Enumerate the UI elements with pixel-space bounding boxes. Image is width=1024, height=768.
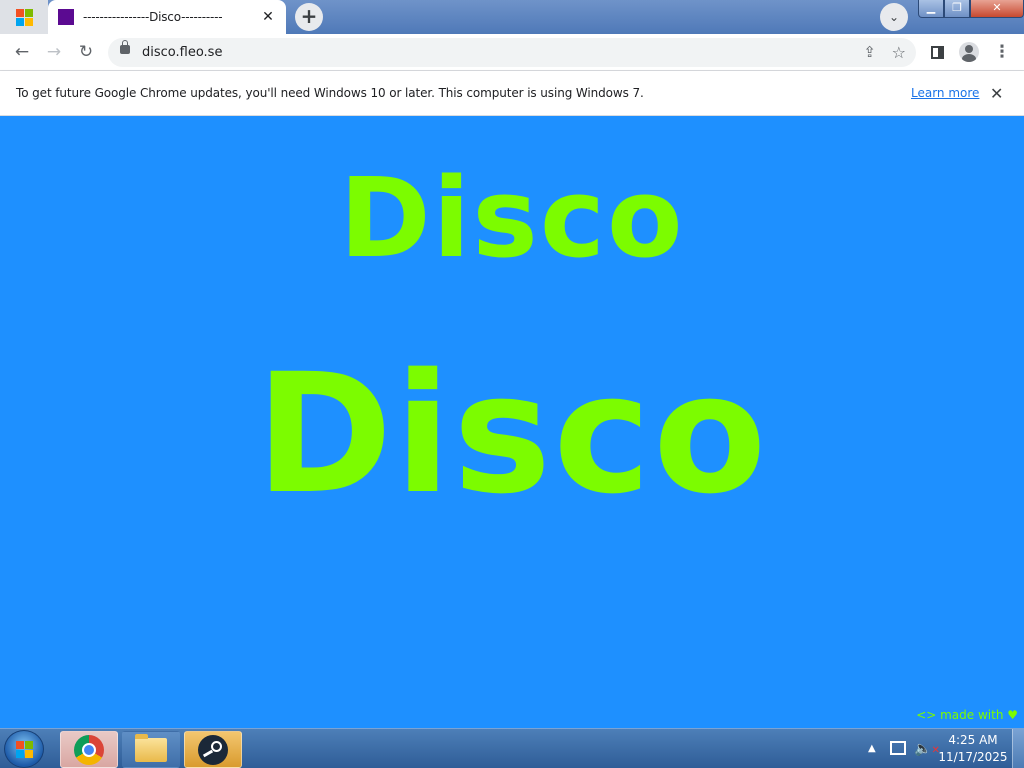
profile-button[interactable] (955, 38, 983, 66)
show-desktop-button[interactable] (1012, 729, 1024, 768)
folder-icon (135, 733, 167, 762)
taskbar-chrome[interactable] (60, 731, 118, 768)
windows-logo-tab[interactable] (0, 0, 48, 34)
start-button[interactable] (4, 730, 44, 768)
window-controls: ▁ ❐ ✕ (918, 0, 1024, 20)
browser-toolbar: ← → ↻ disco.fleo.se ⇪ ☆ ⋮ (0, 34, 1024, 71)
tab-search-button[interactable]: ⌄ (880, 3, 908, 31)
lock-icon[interactable] (120, 40, 130, 54)
avatar-icon (959, 42, 979, 62)
address-bar[interactable]: disco.fleo.se ⇪ ☆ (108, 38, 916, 67)
tab-close-icon[interactable]: ✕ (260, 9, 276, 25)
tab-strip: ----------------Disco---------- ✕ + ⌄ ▁ … (0, 0, 1024, 34)
network-icon[interactable] (890, 741, 906, 755)
clock[interactable]: 4:25 AM 11/17/2025 (938, 732, 1008, 766)
minimize-button[interactable]: ▁ (918, 0, 944, 18)
taskbar: ▲ 🔈✕ 4:25 AM 11/17/2025 (0, 728, 1024, 768)
menu-button[interactable]: ⋮ (988, 38, 1016, 66)
clock-time: 4:25 AM (948, 733, 998, 747)
chrome-icon (74, 734, 104, 765)
taskbar-steam[interactable] (184, 731, 242, 768)
share-icon[interactable]: ⇪ (863, 38, 876, 67)
windows-start-icon (16, 741, 33, 758)
maximize-button[interactable]: ❐ (944, 0, 970, 18)
side-panel-icon (930, 45, 944, 59)
infobar-close-icon[interactable]: ✕ (990, 71, 1003, 116)
update-infobar: To get future Google Chrome updates, you… (0, 71, 1024, 116)
clock-date: 11/17/2025 (938, 750, 1008, 764)
made-with-link[interactable]: <> made with ♥ (916, 708, 1018, 722)
page-content: Disco Disco <> made with ♥ (0, 116, 1024, 728)
reload-button[interactable]: ↻ (72, 38, 100, 66)
forward-button[interactable]: → (40, 38, 68, 66)
learn-more-link[interactable]: Learn more (911, 71, 979, 116)
tab-disco[interactable]: ----------------Disco---------- ✕ (48, 0, 286, 34)
taskbar-explorer[interactable] (122, 731, 180, 768)
tray-expand-icon[interactable]: ▲ (868, 729, 876, 768)
favicon-icon (58, 9, 74, 25)
disco-heading-big: Disco (255, 338, 769, 530)
side-panel-button[interactable] (923, 38, 951, 66)
windows-logo-icon (15, 8, 33, 26)
new-tab-button[interactable]: + (295, 3, 323, 31)
back-button[interactable]: ← (8, 38, 36, 66)
infobar-message: To get future Google Chrome updates, you… (16, 86, 644, 100)
steam-icon (198, 734, 228, 765)
disco-heading-small: Disco (339, 154, 685, 282)
speaker-icon: 🔈 (914, 741, 932, 757)
tab-title: ----------------Disco---------- (83, 10, 223, 24)
bookmark-star-icon[interactable]: ☆ (892, 38, 906, 67)
volume-icon[interactable]: 🔈✕ (914, 729, 940, 768)
close-window-button[interactable]: ✕ (970, 0, 1024, 18)
url-text[interactable]: disco.fleo.se (142, 38, 222, 67)
